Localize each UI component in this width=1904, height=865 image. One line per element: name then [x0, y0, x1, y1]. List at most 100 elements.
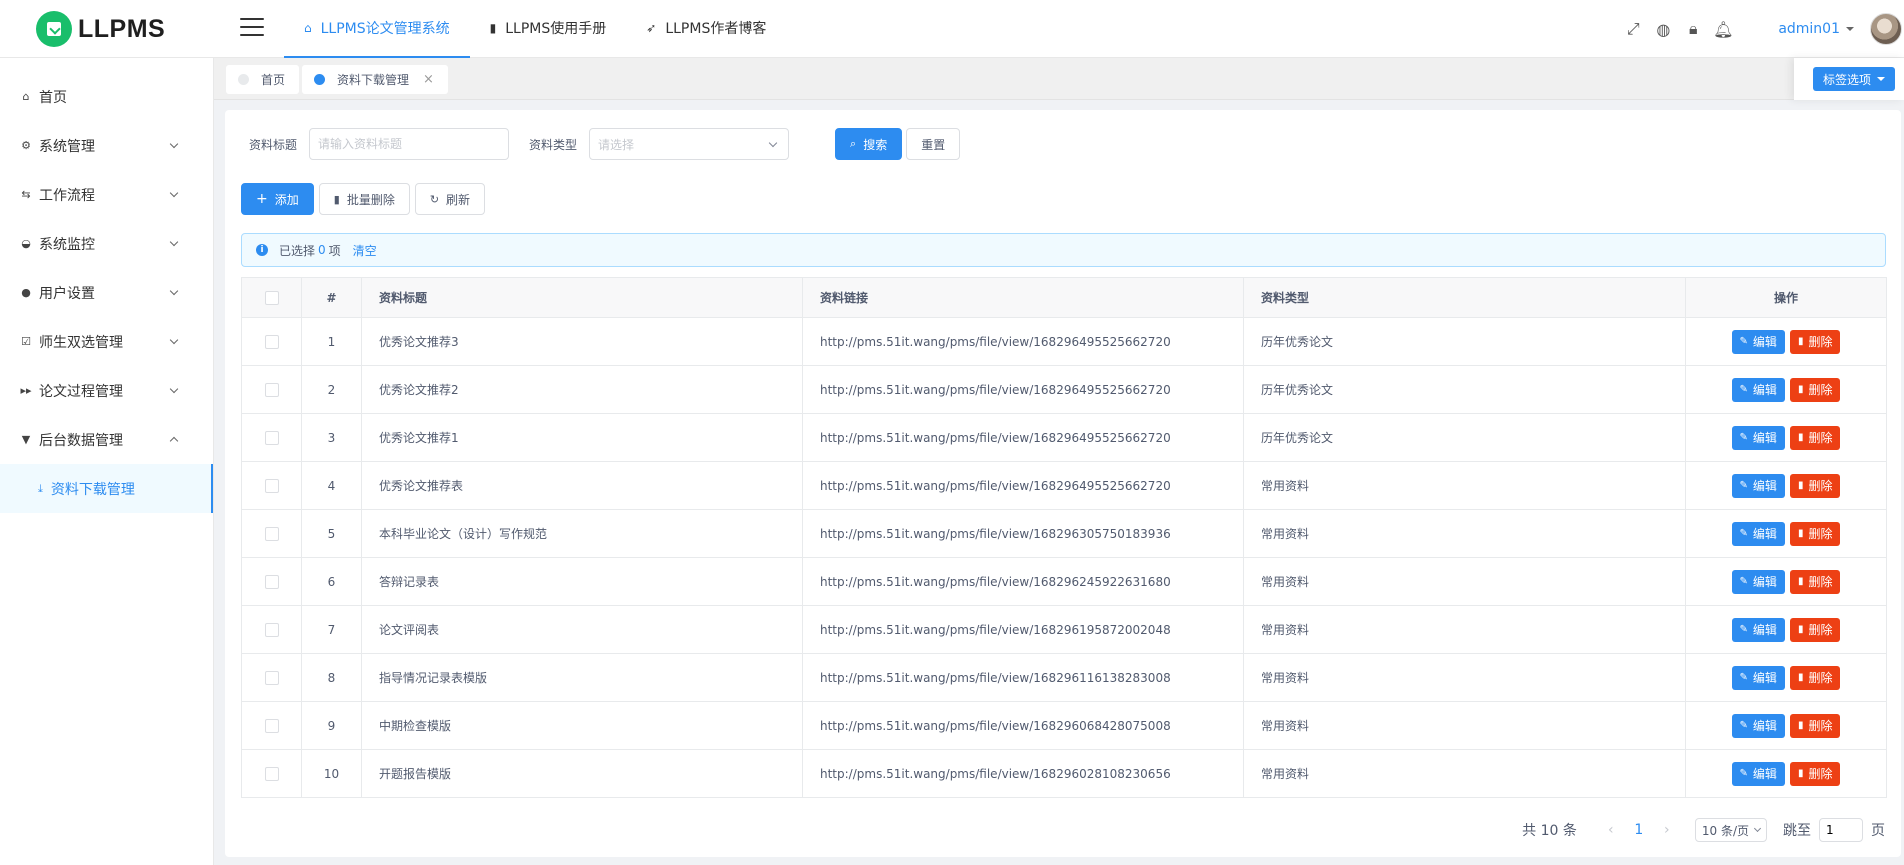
- edit-button[interactable]: ✎ 编辑: [1731, 569, 1785, 594]
- row-checkbox[interactable]: [264, 430, 279, 445]
- edit-button[interactable]: ✎ 编辑: [1731, 425, 1785, 450]
- topnav-item-manual[interactable]: ▮ LLPMS使用手册: [470, 0, 627, 58]
- row-checkbox[interactable]: [264, 622, 279, 637]
- edit-button[interactable]: ✎ 编辑: [1731, 473, 1785, 498]
- topnav-item-system[interactable]: ⌂ LLPMS论文管理系统: [284, 0, 470, 58]
- close-icon[interactable]: ×: [423, 72, 434, 87]
- paper-plane-icon: ➶: [646, 21, 657, 35]
- chevron-down-icon: [169, 188, 179, 198]
- row-checkbox[interactable]: [264, 382, 279, 397]
- row-type: 常用资料: [1243, 653, 1686, 702]
- page-suffix: 页: [1871, 823, 1885, 839]
- search-button[interactable]: ⌕ 搜索: [835, 128, 903, 160]
- selection-suffix: 项: [328, 243, 341, 258]
- type-select[interactable]: 请选择: [589, 128, 790, 160]
- batch-delete-button[interactable]: ▮ 批量删除: [318, 183, 410, 215]
- tag-home[interactable]: 首页: [226, 65, 300, 94]
- edit-button[interactable]: ✎ 编辑: [1731, 521, 1785, 546]
- add-button[interactable]: + 添加: [241, 183, 314, 215]
- delete-button[interactable]: ▮ 删除: [1789, 329, 1841, 354]
- sidebar-item-label: 师生双选管理: [39, 334, 123, 351]
- row-checkbox[interactable]: [264, 334, 279, 349]
- row-checkbox[interactable]: [264, 718, 279, 733]
- page-size-select[interactable]: 10 条/页: [1694, 818, 1767, 842]
- delete-button[interactable]: ▮ 删除: [1789, 761, 1841, 786]
- tag-downloads[interactable]: 资料下载管理 ×: [302, 65, 448, 94]
- page-number[interactable]: 1: [1625, 822, 1653, 838]
- sidebar-item-system-management[interactable]: ⚙ 系统管理: [0, 121, 213, 170]
- row-checkbox[interactable]: [264, 766, 279, 781]
- caret-down-icon: [1877, 77, 1885, 85]
- next-page-icon[interactable]: ›: [1653, 822, 1681, 838]
- edit-button[interactable]: ✎ 编辑: [1731, 377, 1785, 402]
- delete-button[interactable]: ▮ 删除: [1789, 713, 1841, 738]
- row-actions: ✎ 编辑 ▮ 删除: [1685, 317, 1887, 366]
- row-actions: ✎ 编辑 ▮ 删除: [1685, 701, 1887, 750]
- row-checkbox[interactable]: [264, 478, 279, 493]
- sidebar-subitem-downloads[interactable]: ⤓ 资料下载管理: [0, 464, 213, 513]
- delete-button[interactable]: ▮ 删除: [1789, 617, 1841, 642]
- sidebar-item-label: 后台数据管理: [39, 432, 123, 449]
- title-search-input[interactable]: [309, 128, 510, 160]
- row-index: 8: [301, 653, 362, 702]
- delete-button[interactable]: ▮ 删除: [1789, 425, 1841, 450]
- table-row: 1 优秀论文推荐3 http://pms.51it.wang/pms/file/vi…: [241, 317, 1887, 366]
- globe-icon[interactable]: ◍: [1648, 14, 1678, 44]
- sidebar: ⌂ 首页 ⚙ 系统管理 ⇆ 工作流程 ◒ 系统监控 ● 用户设置 ☑ 师生双选管…: [0, 58, 214, 865]
- delete-button[interactable]: ▮ 删除: [1789, 377, 1841, 402]
- row-checkbox[interactable]: [264, 574, 279, 589]
- logo[interactable]: LLPMS: [36, 10, 165, 48]
- tags-bar: 首页 资料下载管理 × 标签选项: [214, 58, 1904, 100]
- sidebar-item-user-settings[interactable]: ● 用户设置: [0, 268, 213, 317]
- delete-button[interactable]: ▮ 删除: [1789, 473, 1841, 498]
- clear-selection-link[interactable]: 清空: [353, 242, 377, 259]
- sidebar-item-monitor[interactable]: ◒ 系统监控: [0, 219, 213, 268]
- edit-button-label: 编辑: [1752, 335, 1777, 349]
- row-link: http://pms.51it.wang/pms/file/view/16829…: [802, 749, 1244, 798]
- row-link: http://pms.51it.wang/pms/file/view/16829…: [802, 557, 1244, 606]
- sidebar-item-workflow[interactable]: ⇆ 工作流程: [0, 170, 213, 219]
- edit-button[interactable]: ✎ 编辑: [1731, 617, 1785, 642]
- reset-button[interactable]: 重置: [906, 128, 961, 160]
- sidebar-item-home[interactable]: ⌂ 首页: [0, 72, 213, 121]
- edit-button[interactable]: ✎ 编辑: [1731, 713, 1785, 738]
- delete-button[interactable]: ▮ 删除: [1789, 665, 1841, 690]
- jump-page-input[interactable]: [1819, 818, 1863, 842]
- tag-options-button[interactable]: 标签选项: [1812, 67, 1895, 91]
- bell-icon[interactable]: 🔔︎: [1708, 14, 1738, 44]
- fullscreen-icon[interactable]: ⤢: [1618, 14, 1648, 44]
- row-type: 常用资料: [1243, 557, 1686, 606]
- pagination: 共 10 条 ‹ 1 › 10 条/页 跳至 页: [1522, 817, 1885, 843]
- logo-text: LLPMS: [78, 14, 166, 43]
- refresh-button[interactable]: ↻ 刷新: [414, 183, 486, 215]
- topnav-item-blog[interactable]: ➶ LLPMS作者博客: [626, 0, 786, 58]
- row-checkbox[interactable]: [264, 670, 279, 685]
- gear-icon: ⚙: [21, 139, 31, 152]
- trash-icon: ▮: [333, 192, 340, 206]
- edit-button[interactable]: ✎ 编辑: [1731, 665, 1785, 690]
- row-checkbox[interactable]: [264, 526, 279, 541]
- menu-toggle-icon[interactable]: [240, 18, 264, 36]
- sidebar-item-thesis-process[interactable]: ▸▸ 论文过程管理: [0, 366, 213, 415]
- lock-icon[interactable]: 🔒︎: [1678, 14, 1708, 44]
- sidebar-item-mutual-selection[interactable]: ☑ 师生双选管理: [0, 317, 213, 366]
- row-index: 7: [301, 605, 362, 654]
- edit-icon: ✎: [1739, 480, 1748, 491]
- row-select-cell: [241, 365, 302, 414]
- title-filter-label: 资料标题: [249, 137, 298, 152]
- edit-icon: ✎: [1739, 336, 1748, 347]
- plus-icon: +: [256, 191, 268, 207]
- user-menu[interactable]: admin01: [1778, 21, 1854, 37]
- delete-button[interactable]: ▮ 删除: [1789, 521, 1841, 546]
- type-select-placeholder: 请选择: [598, 137, 635, 152]
- trash-icon: ▮: [1797, 624, 1804, 635]
- edit-icon: ✎: [1739, 672, 1748, 683]
- edit-button[interactable]: ✎ 编辑: [1731, 761, 1785, 786]
- delete-button[interactable]: ▮ 删除: [1789, 569, 1841, 594]
- select-all-checkbox[interactable]: [264, 290, 279, 305]
- prev-page-icon[interactable]: ‹: [1597, 822, 1625, 838]
- sidebar-item-backend-data[interactable]: ▼ 后台数据管理: [0, 415, 213, 464]
- edit-button[interactable]: ✎ 编辑: [1731, 329, 1785, 354]
- row-actions: ✎ 编辑 ▮ 删除: [1685, 557, 1887, 606]
- avatar[interactable]: [1870, 13, 1902, 45]
